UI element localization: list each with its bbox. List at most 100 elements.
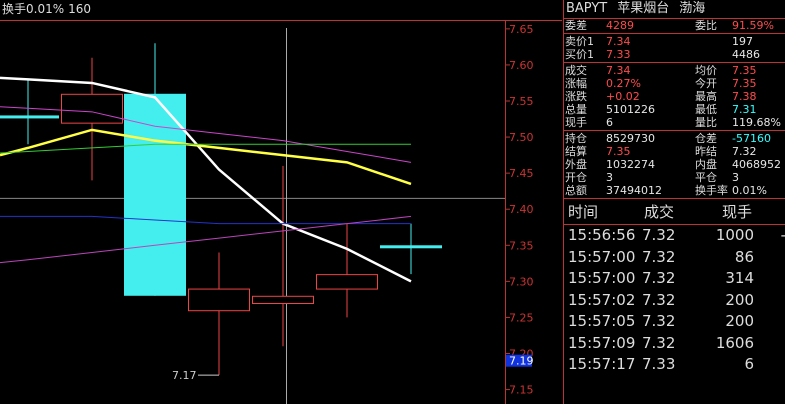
candle-body — [316, 274, 378, 290]
price-tick-label: 7.40 — [509, 203, 534, 216]
position-stat-label: 总额 — [565, 184, 587, 197]
position-stat-label: 换手率 — [695, 184, 728, 197]
stat-label: 最低 — [695, 103, 717, 116]
stat-value: 6 — [606, 116, 613, 129]
tick-flag: - — [781, 225, 785, 247]
tick-row[interactable]: 15:57:02 7.32 200 — [564, 290, 785, 312]
tick-header-time: 时间 — [568, 203, 599, 221]
tick-row[interactable]: 15:57:00 7.32 314 — [564, 268, 785, 290]
stat-row: 总量 5101226 最低 7.31 — [564, 103, 785, 116]
position-stat-value: 3 — [606, 171, 613, 184]
candle-body — [252, 295, 314, 304]
weicha-row: 委差 4289 委比 91.59% — [564, 19, 785, 32]
stat-row: 涨幅 0.27% 今开 7.35 — [564, 77, 785, 90]
divider — [564, 33, 785, 34]
weibi-label: 委比 — [695, 19, 717, 32]
tick-volume: 86 — [734, 247, 754, 266]
stat-value: 7.38 — [732, 90, 757, 103]
price-tick-label: 7.30 — [509, 275, 534, 288]
stat-label: 现手 — [565, 116, 587, 129]
sell1-price: 7.34 — [606, 35, 631, 48]
candle-body — [61, 93, 123, 124]
price-tick-label: 7.15 — [509, 384, 534, 397]
low-marker-label: 7.17 — [172, 369, 197, 382]
stat-label: 涨幅 — [565, 77, 587, 90]
tick-volume: 200 — [725, 290, 754, 309]
price-tick-label: 7.25 — [509, 311, 534, 324]
tick-row[interactable]: 15:57:17 7.33 6 — [564, 354, 785, 376]
buy1-price: 7.33 — [606, 48, 631, 61]
tick-volume: 200 — [725, 312, 754, 330]
tick-price: 7.33 — [642, 355, 676, 373]
tick-price: 7.32 — [642, 247, 676, 266]
moving-average-line — [0, 215, 411, 225]
position-stat-value: 7.32 — [732, 145, 757, 158]
tick-time: 15:57:09 — [568, 333, 636, 352]
tick-row[interactable]: 15:56:56 7.32 1000 - — [564, 225, 785, 247]
position-stat-row: 外盘 1032274 内盘 4068952 — [564, 158, 785, 171]
weicha-label: 委差 — [565, 19, 587, 32]
tick-row[interactable]: 15:57:00 7.32 86 — [564, 247, 785, 269]
position-stat-label: 仓差 — [695, 132, 717, 145]
stat-value: 7.31 — [732, 103, 757, 116]
tick-time: 15:56:56 — [568, 226, 636, 244]
candle-body — [188, 288, 250, 312]
stat-label: 成交 — [565, 64, 587, 77]
tick-price: 7.32 — [642, 226, 676, 244]
tick-row[interactable]: 15:57:05 7.32 200 — [564, 311, 785, 333]
tick-volume: 6 — [744, 355, 754, 373]
position-stat-value: 3 — [732, 171, 739, 184]
stat-row: 现手 6 量比 119.68% — [564, 116, 785, 129]
tick-time: 15:57:17 — [568, 355, 636, 373]
current-price-label: 7.19 — [509, 355, 534, 368]
buy1-row: 买价1 7.33 4486 — [564, 48, 785, 61]
sell1-volume: 197 — [732, 35, 753, 48]
stat-row: 成交 7.34 均价 7.35 — [564, 64, 785, 77]
tick-time: 15:57:00 — [568, 247, 636, 266]
stat-row: 涨跌 +0.02 最高 7.38 — [564, 90, 785, 103]
tick-time: 15:57:02 — [568, 290, 636, 309]
divider — [564, 62, 785, 63]
kline-chart[interactable]: 7.65 7.60 7.55 7.50 7.45 7.40 7.35 7.30 7.25 7.20… — [0, 0, 562, 404]
stat-value: 5101226 — [606, 103, 655, 116]
tick-price: 7.32 — [642, 269, 676, 287]
position-stat-row: 结算 7.35 昨结 7.32 — [564, 145, 785, 158]
position-stat-row: 持仓 8529730 仓差 -57160 — [564, 132, 785, 145]
instrument-code: BAPYT — [566, 1, 608, 16]
turnover-info: 换手0.01% 160 — [2, 2, 95, 16]
price-tick-label: 7.60 — [509, 59, 534, 72]
kline-svg[interactable]: 7.657.607.557.507.457.407.357.307.257.20… — [0, 0, 562, 404]
instrument-title: BAPYT 苹果烟台 渤海 — [564, 0, 785, 19]
tick-volume: 314 — [725, 269, 754, 287]
stat-value: 119.68% — [732, 116, 781, 129]
stat-value: +0.02 — [606, 90, 640, 103]
position-stat-label: 结算 — [565, 145, 587, 158]
position-stat-label: 持仓 — [565, 132, 587, 145]
candle-body — [0, 115, 59, 119]
turnover-value: 160 — [68, 2, 92, 16]
position-stat-value: -57160 — [732, 132, 771, 145]
position-stat-row: 总额 37494012 换手率 0.01% — [564, 184, 785, 197]
buy1-volume: 4486 — [732, 48, 760, 61]
price-tick-label: 7.55 — [509, 95, 534, 108]
tick-price: 7.32 — [642, 333, 676, 352]
price-tick-label: 7.45 — [509, 167, 534, 180]
divider — [564, 130, 785, 131]
stat-value: 7.35 — [732, 77, 757, 90]
tick-volume: 1606 — [715, 333, 754, 352]
sell1-label: 卖价1 — [565, 35, 594, 48]
quote-stats: 成交 7.34 均价 7.35 涨幅 0.27% 今开 7.35 涨跌 +0.02 最高 7.38 总量… — [564, 64, 785, 129]
stat-value: 7.34 — [606, 64, 631, 77]
position-stat-value: 1032274 — [606, 158, 655, 171]
position-stat-label: 平仓 — [695, 171, 717, 184]
stat-label: 总量 — [565, 103, 587, 116]
stat-value: 7.35 — [732, 64, 757, 77]
tick-header-volume: 现手 — [722, 203, 753, 221]
turnover-label: 换手0.01% — [2, 2, 65, 16]
stat-value: 0.27% — [606, 77, 641, 90]
divider — [564, 198, 785, 199]
tick-price: 7.32 — [642, 290, 676, 309]
tick-row[interactable]: 15:57:09 7.32 1606 — [564, 333, 785, 355]
stat-label: 今开 — [695, 77, 717, 90]
tick-table[interactable]: 15:56:56 7.32 1000 - 15:57:00 7.32 86 15:57:00 7… — [564, 225, 785, 376]
